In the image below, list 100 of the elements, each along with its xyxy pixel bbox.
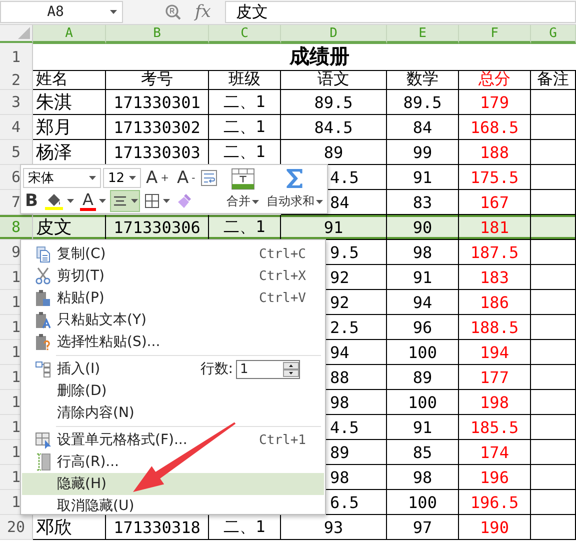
table-cell: 100 <box>387 490 459 515</box>
grid-icon <box>144 193 160 209</box>
table-cell: 98 <box>387 465 459 490</box>
row-header[interactable]: 20 <box>0 515 33 540</box>
table-cell: 174 <box>459 440 531 465</box>
caret-icon <box>110 10 117 14</box>
empty-cell <box>531 390 576 415</box>
table-cell: 朱淇 <box>33 90 106 115</box>
table-cell: 91 <box>387 265 459 290</box>
caret-icon <box>316 200 324 204</box>
shrink-font-button[interactable]: A$^{-}$ <box>174 167 198 189</box>
table-cell: 二、1 <box>209 90 281 115</box>
table-cell: 郑月 <box>33 115 106 140</box>
empty-cell <box>531 240 576 265</box>
empty-cell <box>531 265 576 290</box>
table-cell: 94 <box>387 290 459 315</box>
table-cell: 97 <box>387 515 459 540</box>
table-cell: 84 <box>387 115 459 140</box>
table-cell: 171330302 <box>106 115 209 140</box>
table-cell: 196.5 <box>459 490 531 515</box>
column-heading: 班级 <box>209 70 281 90</box>
empty-cell <box>531 115 576 140</box>
column-heading: 备注 <box>531 70 576 90</box>
copy-icon <box>35 245 51 263</box>
row-header[interactable]: 5 <box>0 140 33 165</box>
row-header[interactable]: 1 <box>0 43 33 71</box>
scissors-icon <box>35 267 51 285</box>
table-cell: 二、1 <box>209 215 281 240</box>
grow-font-button[interactable]: A$^{+}$ <box>143 167 172 189</box>
wrap-text-icon[interactable] <box>200 169 218 187</box>
align-button[interactable] <box>110 190 140 212</box>
empty-cell <box>531 165 576 190</box>
row-header[interactable]: 3 <box>0 90 33 115</box>
table-cell: 179 <box>459 90 531 115</box>
merge-cells-icon <box>230 168 255 190</box>
caret-icon <box>98 199 106 203</box>
caret-icon <box>252 200 260 204</box>
sigma-icon <box>285 168 304 189</box>
column-heading: 考号 <box>106 70 209 90</box>
format-cells-icon <box>35 431 53 449</box>
table-cell: 90 <box>387 215 459 240</box>
row-header[interactable]: 4 <box>0 115 33 140</box>
row-count-field[interactable]: 1 <box>236 360 300 378</box>
sheet-title: 成绩册 <box>33 43 576 71</box>
merge-button[interactable]: 合并 <box>224 167 262 211</box>
table-cell: 91 <box>387 165 459 190</box>
table-cell: 190 <box>459 515 531 540</box>
insert-rows-icon <box>35 360 51 378</box>
table-cell: 194 <box>459 340 531 365</box>
empty-cell <box>531 440 576 465</box>
table-cell: 85 <box>387 440 459 465</box>
table-cell: 196 <box>459 465 531 490</box>
font-color-button[interactable]: A <box>78 190 108 212</box>
caret-icon <box>66 199 74 203</box>
spinner-arrows-icon[interactable] <box>283 362 299 376</box>
brush-icon <box>176 192 194 210</box>
empty-cell <box>531 365 576 390</box>
table-cell: 188 <box>459 140 531 165</box>
row-header[interactable]: 2 <box>0 70 33 90</box>
empty-cell <box>531 340 576 365</box>
empty-cell <box>531 515 576 540</box>
table-cell: 100 <box>387 390 459 415</box>
name-box[interactable]: A8 <box>0 1 123 23</box>
formula-field[interactable]: 皮文 <box>224 1 576 23</box>
table-cell: 198 <box>459 390 531 415</box>
menu-item[interactable]: 隐藏(H) <box>22 473 324 495</box>
font-size-field[interactable]: 12 <box>103 168 141 188</box>
table-cell: 100 <box>387 340 459 365</box>
row-height-icon <box>35 453 51 471</box>
clipboard-icon <box>35 289 51 307</box>
table-cell: 二、1 <box>209 115 281 140</box>
font-field[interactable]: 宋体 <box>23 168 101 188</box>
table-cell: 99 <box>387 140 459 165</box>
empty-cell <box>531 140 576 165</box>
table-cell: 89 <box>387 365 459 390</box>
table-cell: 185.5 <box>459 415 531 440</box>
table-cell: 91 <box>281 215 387 240</box>
table-cell: 98 <box>387 240 459 265</box>
empty-cell <box>531 315 576 340</box>
table-cell: 89.5 <box>387 90 459 115</box>
table-cell: 181 <box>459 215 531 240</box>
empty-cell <box>531 290 576 315</box>
magnifier-icon[interactable] <box>165 4 181 20</box>
empty-cell <box>531 415 576 440</box>
table-cell: 84.5 <box>281 115 387 140</box>
empty-cell <box>531 90 576 115</box>
empty-cell <box>531 465 576 490</box>
function-button[interactable]: fx <box>195 2 211 22</box>
caret-icon <box>130 199 138 203</box>
table-cell: 187.5 <box>459 240 531 265</box>
align-center-icon <box>112 194 128 208</box>
table-cell: 171330301 <box>106 90 209 115</box>
table-cell: 183 <box>459 265 531 290</box>
table-cell: 96 <box>387 315 459 340</box>
clipboard-question-icon <box>35 333 51 351</box>
table-cell: 171330306 <box>106 215 209 240</box>
table-cell: 186 <box>459 290 531 315</box>
column-heading: 语文 <box>281 70 387 90</box>
caret-icon <box>89 176 96 180</box>
table-cell: 188.5 <box>459 315 531 340</box>
